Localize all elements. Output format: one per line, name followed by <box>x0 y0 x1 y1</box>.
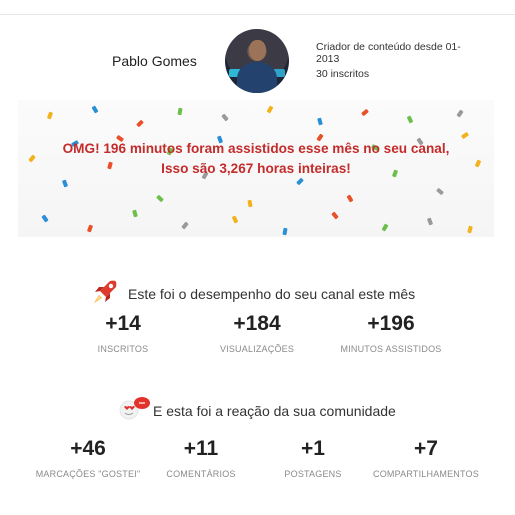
stat-subscribers-value: +14 <box>105 312 141 335</box>
stat-minutes-value: +196 <box>367 312 415 335</box>
top-divider <box>0 0 515 15</box>
performance-title: Este foi o desempenho do seu canal este … <box>128 286 416 302</box>
banner-line-2: Isso são 3,267 horas inteiras! <box>161 161 351 176</box>
stat-shares-value: +7 <box>414 437 438 460</box>
banner-line-1: OMG! 196 minutos foram assistidos esse m… <box>62 141 450 156</box>
confetti-piece <box>406 115 414 124</box>
stat-shares-label: COMPARTILHAMENTOS <box>373 469 479 479</box>
stat-views-label: VISUALIZAÇÕES <box>219 344 295 354</box>
confetti-piece <box>436 187 444 196</box>
stat-minutes-label: MINUTOS ASSISTIDOS <box>340 344 442 354</box>
confetti-piece <box>426 217 434 226</box>
confetti-piece <box>317 117 323 126</box>
avatar <box>225 29 289 93</box>
community-title: E esta foi a reação da sua comunidade <box>153 403 396 419</box>
confetti-piece <box>41 214 49 223</box>
confetti-piece <box>46 111 54 120</box>
channel-meta: Criador de conteúdo desde 01-2013 30 ins… <box>316 41 466 80</box>
confetti-piece <box>136 119 144 128</box>
confetti-piece <box>86 224 94 233</box>
celebration-banner: OMG! 196 minutos foram assistidos esse m… <box>18 100 494 237</box>
avatar-detail <box>237 62 277 93</box>
subscriber-count: 30 inscritos <box>316 68 370 80</box>
confetti-piece <box>177 107 183 116</box>
confetti-piece <box>221 113 229 122</box>
confetti-piece <box>381 223 389 232</box>
confetti-piece <box>132 209 138 218</box>
confetti-piece <box>61 179 69 188</box>
stat-subscribers-label: INSCRITOS <box>97 344 149 354</box>
confetti-piece <box>282 227 288 236</box>
confetti-piece <box>456 109 464 118</box>
creator-since: Criador de conteúdo desde 01-2013 <box>316 41 461 65</box>
confetti-piece <box>181 221 189 230</box>
confetti-piece <box>361 108 369 117</box>
rocket-icon <box>94 280 117 303</box>
confetti-piece <box>331 211 339 220</box>
avatar-detail <box>249 40 266 61</box>
confetti-piece <box>231 215 239 224</box>
stat-views-value: +184 <box>233 312 281 335</box>
confetti-piece <box>247 199 253 208</box>
love-face-icon <box>119 397 150 420</box>
banner-headline: OMG! 196 minutos foram assistidos esse m… <box>18 139 494 179</box>
confetti-piece <box>156 194 164 203</box>
confetti-piece <box>467 225 473 234</box>
confetti-piece <box>266 105 274 114</box>
channel-name: Pablo Gomes <box>112 53 197 69</box>
confetti-piece <box>346 194 354 203</box>
confetti-piece <box>91 105 99 114</box>
